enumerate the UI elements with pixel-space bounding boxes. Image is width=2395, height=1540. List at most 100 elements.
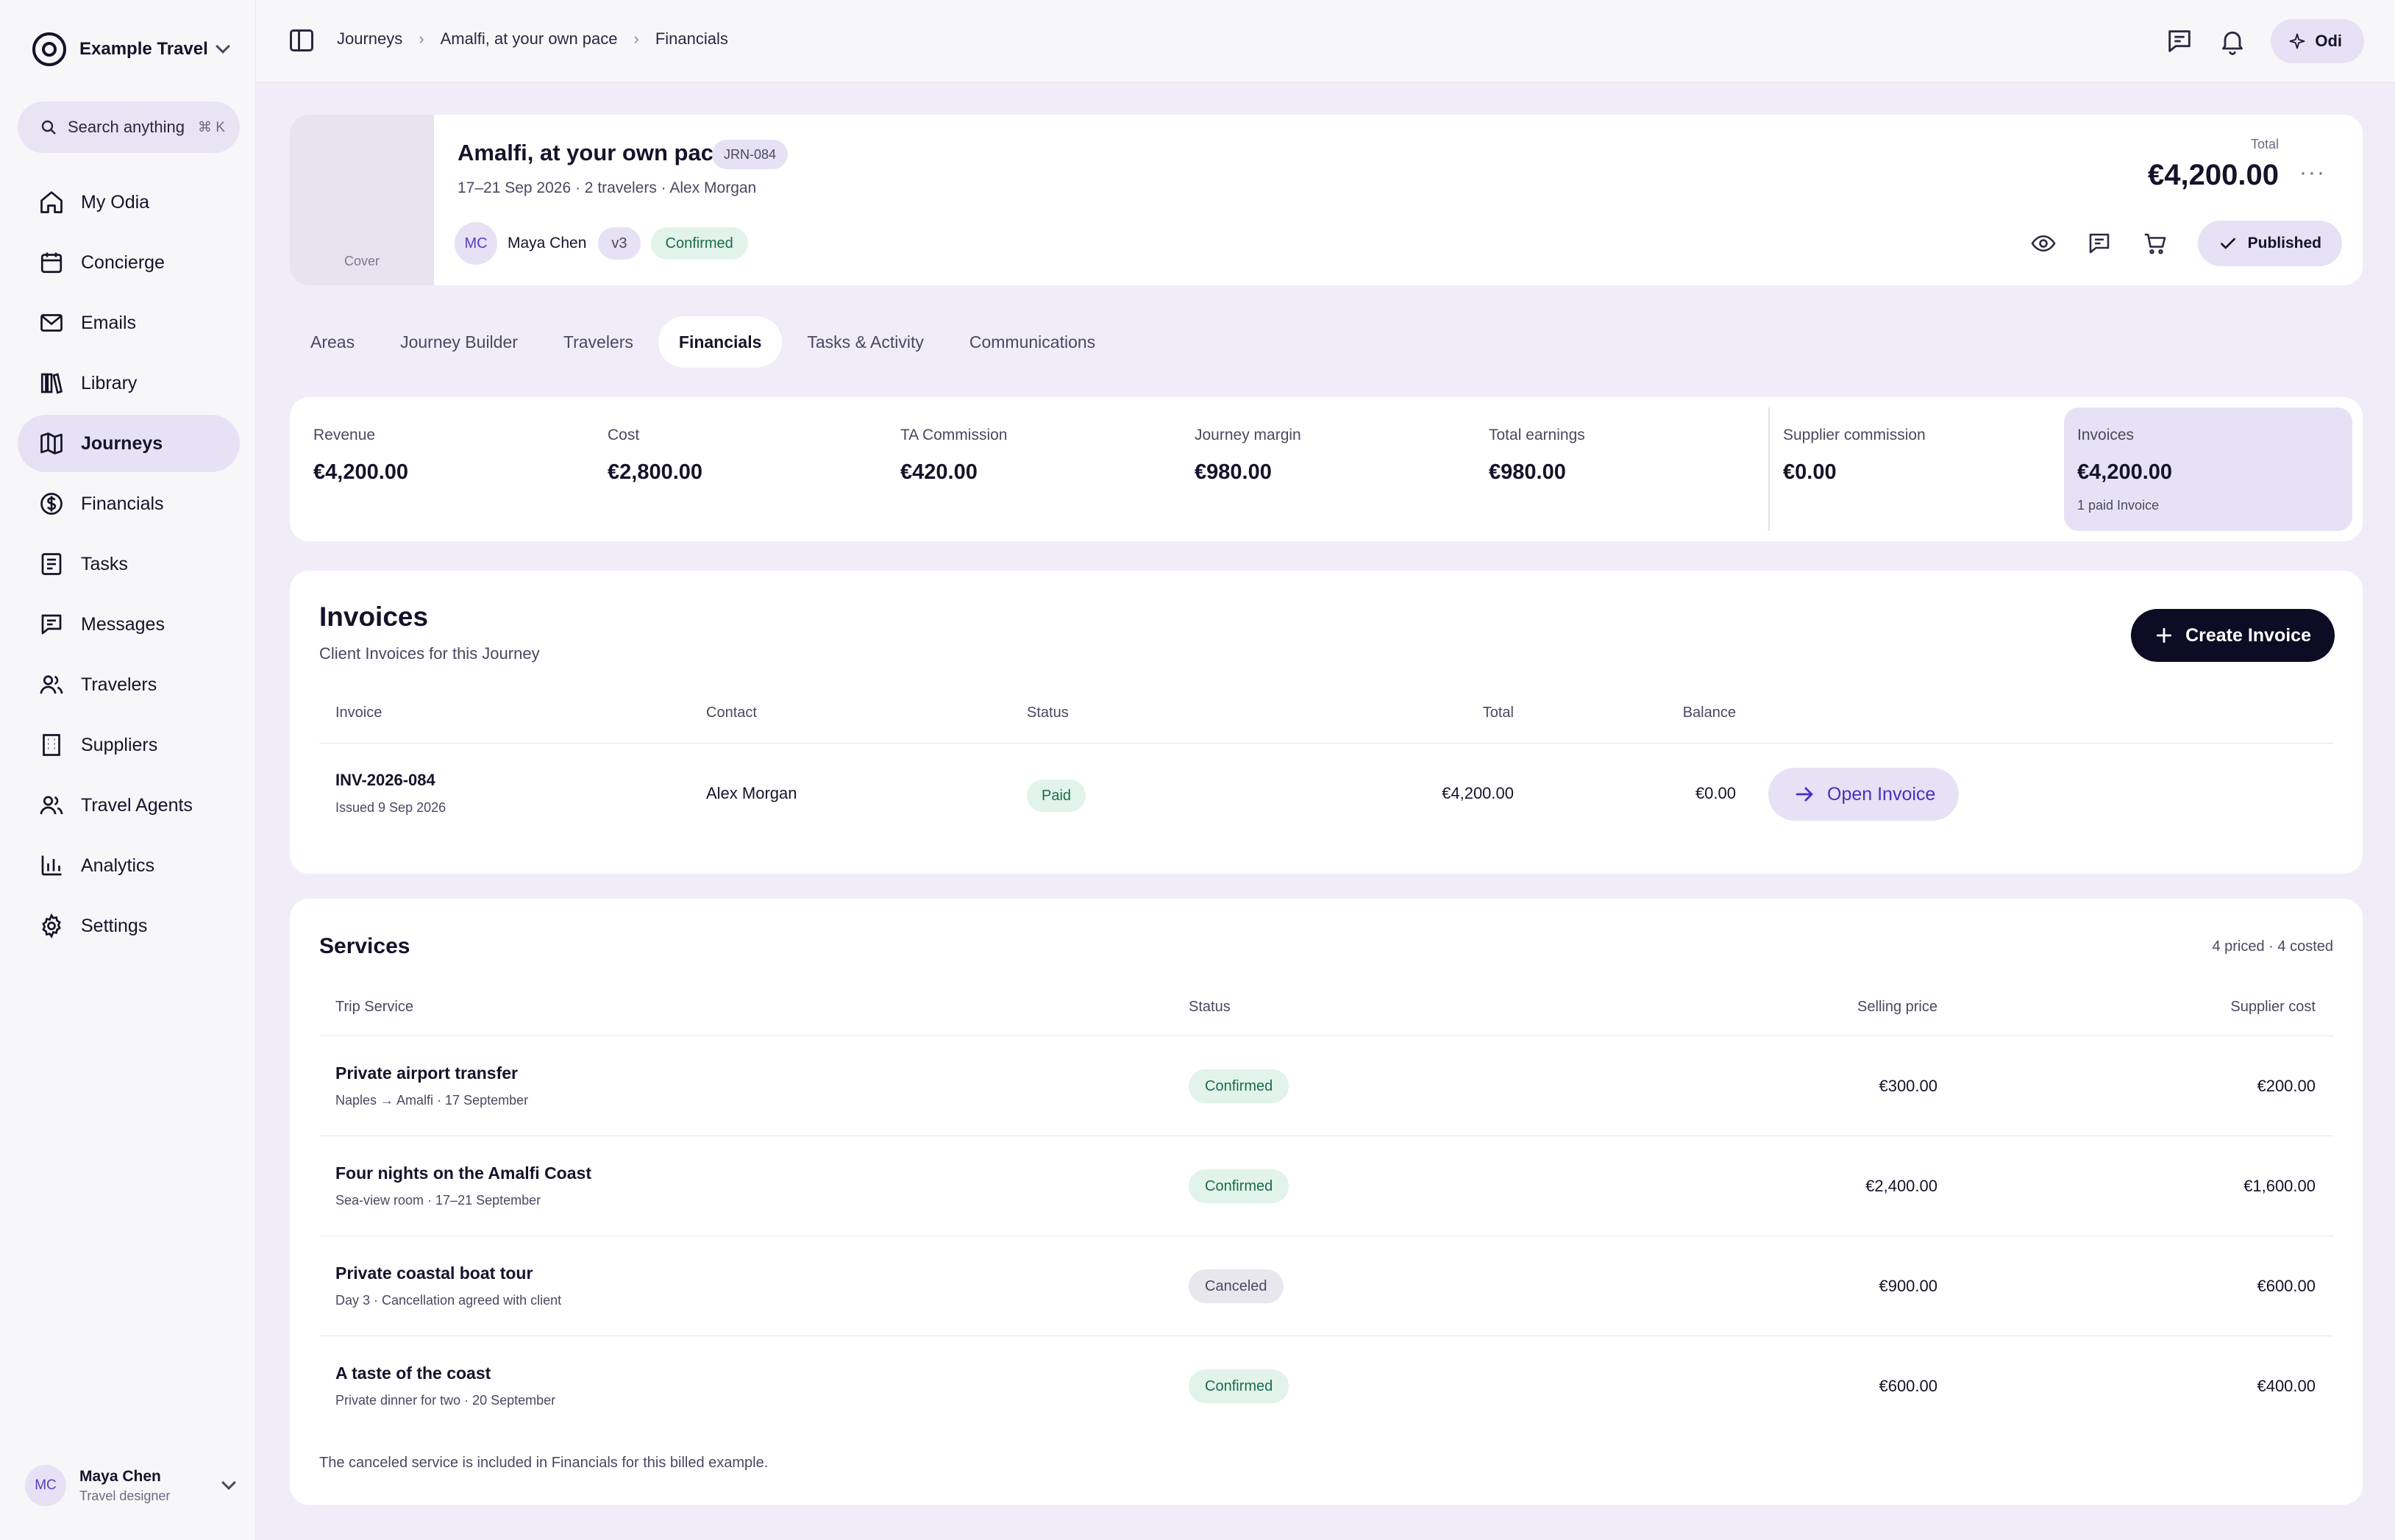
service-name: A taste of the coast bbox=[335, 1363, 491, 1383]
odi-assistant-button[interactable]: Odi bbox=[2271, 19, 2364, 63]
user-menu[interactable]: MC Maya Chen Travel designer bbox=[25, 1464, 238, 1508]
main-nav: My Odia Concierge Emails Library Journey… bbox=[18, 174, 240, 958]
stat-value: €0.00 bbox=[1783, 460, 1837, 484]
invoice-contact: Alex Morgan bbox=[706, 784, 797, 802]
tab-tasks-activity[interactable]: Tasks & Activity bbox=[786, 316, 944, 368]
open-invoice-button[interactable]: Open Invoice bbox=[1768, 768, 1960, 821]
tab-journey-builder[interactable]: Journey Builder bbox=[380, 316, 538, 368]
breadcrumb-journeys[interactable]: Journeys bbox=[337, 29, 402, 49]
invoice-number: INV-2026-084 bbox=[335, 771, 435, 789]
stat-journey-margin: Journey margin €980.00 bbox=[1195, 427, 1301, 485]
sidebar: Example Travel Search anything ⌘ K My Od… bbox=[0, 0, 256, 1540]
search-input[interactable]: Search anything ⌘ K bbox=[18, 101, 240, 153]
message-icon[interactable] bbox=[2086, 230, 2113, 257]
sidebar-item-my-odia[interactable]: My Odia bbox=[18, 174, 240, 231]
create-invoice-button[interactable]: Create Invoice bbox=[2131, 609, 2335, 662]
user-info: Maya Chen Travel designer bbox=[79, 1468, 224, 1504]
sidebar-item-label: Financials bbox=[81, 493, 164, 514]
sidebar-item-analytics[interactable]: Analytics bbox=[18, 837, 240, 894]
avatar: MC bbox=[25, 1465, 66, 1506]
tab-financials[interactable]: Financials bbox=[658, 316, 783, 368]
calendar-icon bbox=[40, 252, 63, 274]
sidebar-item-label: Travelers bbox=[81, 674, 157, 695]
sidebar-item-label: Settings bbox=[81, 915, 148, 936]
sidebar-item-emails[interactable]: Emails bbox=[18, 294, 240, 352]
column-header-total: Total bbox=[1482, 705, 1514, 721]
more-options-icon[interactable]: ··· bbox=[2299, 160, 2326, 185]
published-button[interactable]: Published bbox=[2197, 221, 2342, 266]
search-icon bbox=[41, 120, 56, 135]
stat-note: 1 paid Invoice bbox=[2077, 498, 2160, 513]
sidebar-item-label: Emails bbox=[81, 312, 137, 333]
bell-icon[interactable] bbox=[2218, 26, 2247, 56]
supplier-cost: €1,600.00 bbox=[2243, 1177, 2316, 1195]
invoices-section: Invoices Client Invoices for this Journe… bbox=[290, 571, 2363, 874]
breadcrumb-journey[interactable]: Amalfi, at your own pace bbox=[441, 29, 618, 49]
journey-actions: Published bbox=[2030, 221, 2342, 266]
breadcrumb: Journeys › Amalfi, at your own pace › Fi… bbox=[337, 29, 728, 49]
service-name: Four nights on the Amalfi Coast bbox=[335, 1163, 591, 1183]
selling-price: €900.00 bbox=[1879, 1277, 1937, 1295]
sidebar-item-label: Analytics bbox=[81, 855, 155, 876]
message-icon[interactable] bbox=[2165, 26, 2194, 56]
stat-label: Journey margin bbox=[1195, 427, 1301, 443]
published-label: Published bbox=[2247, 235, 2321, 252]
sidebar-item-journeys[interactable]: Journeys bbox=[18, 415, 240, 472]
stat-invoices[interactable]: Invoices €4,200.00 1 paid Invoice bbox=[2064, 407, 2352, 531]
search-placeholder: Search anything bbox=[68, 118, 185, 136]
topbar: Journeys › Amalfi, at your own pace › Fi… bbox=[256, 0, 2395, 82]
status-badge: Confirmed bbox=[1189, 1169, 1289, 1203]
sidebar-item-label: My Odia bbox=[81, 191, 150, 213]
sidebar-item-travel-agents[interactable]: Travel Agents bbox=[18, 777, 240, 834]
eye-icon[interactable] bbox=[2030, 230, 2057, 257]
stat-ta-commission: TA Commission €420.00 bbox=[900, 427, 1007, 485]
stat-value: €420.00 bbox=[900, 460, 978, 484]
status-badge: Confirmed bbox=[650, 227, 748, 260]
tab-travelers[interactable]: Travelers bbox=[543, 316, 654, 368]
stat-label: Revenue bbox=[313, 427, 376, 443]
column-header-service: Trip Service bbox=[335, 999, 413, 1015]
services-count: 4 priced · 4 costed bbox=[2212, 938, 2333, 955]
dollar-icon bbox=[40, 493, 63, 515]
tasks-icon bbox=[41, 553, 62, 575]
sidebar-item-label: Library bbox=[81, 372, 138, 393]
sidebar-item-financials[interactable]: Financials bbox=[18, 475, 240, 532]
services-footnote: The canceled service is included in Fina… bbox=[319, 1455, 769, 1471]
sidebar-item-messages[interactable]: Messages bbox=[18, 596, 240, 653]
cart-icon[interactable] bbox=[2142, 230, 2168, 257]
journey-subtitle: 17–21 Sep 2026 · 2 travelers · Alex Morg… bbox=[458, 179, 757, 196]
total-label: Total bbox=[2250, 137, 2279, 151]
user-role: Travel designer bbox=[79, 1488, 171, 1503]
stat-value: €4,200.00 bbox=[313, 460, 409, 484]
sidebar-item-settings[interactable]: Settings bbox=[18, 897, 240, 955]
gear-icon bbox=[42, 913, 61, 939]
mail-icon bbox=[40, 314, 63, 332]
column-header-contact: Contact bbox=[706, 705, 757, 721]
library-icon bbox=[40, 373, 63, 394]
plus-icon bbox=[2157, 627, 2172, 644]
sidebar-item-label: Concierge bbox=[81, 252, 165, 273]
divider bbox=[319, 1035, 2333, 1036]
cover-image[interactable]: Cover bbox=[290, 115, 434, 285]
create-invoice-label: Create Invoice bbox=[2185, 624, 2311, 646]
stat-value: €4,200.00 bbox=[2077, 460, 2173, 484]
chart-icon bbox=[41, 855, 62, 876]
selling-price: €300.00 bbox=[1879, 1077, 1937, 1095]
stat-value: €2,800.00 bbox=[608, 460, 703, 484]
sidebar-item-travelers[interactable]: Travelers bbox=[18, 656, 240, 713]
sidebar-item-concierge[interactable]: Concierge bbox=[18, 234, 240, 291]
selling-price: €2,400.00 bbox=[1865, 1177, 1937, 1195]
column-header-supplier-cost: Supplier cost bbox=[2230, 999, 2316, 1015]
divider bbox=[319, 743, 2333, 744]
tab-areas[interactable]: Areas bbox=[290, 316, 375, 368]
open-invoice-label: Open Invoice bbox=[1827, 783, 1936, 805]
sidebar-item-tasks[interactable]: Tasks bbox=[18, 535, 240, 593]
sidebar-item-library[interactable]: Library bbox=[18, 354, 240, 412]
services-section: Services 4 priced · 4 costed Trip Servic… bbox=[290, 899, 2363, 1505]
sidebar-toggle-icon[interactable] bbox=[290, 29, 313, 51]
journey-header-card: Cover Amalfi, at your own pace JRN-084 1… bbox=[290, 115, 2363, 285]
tab-communications[interactable]: Communications bbox=[949, 316, 1116, 368]
status-badge: Confirmed bbox=[1189, 1369, 1289, 1403]
workspace-switcher[interactable]: Example Travel bbox=[32, 31, 232, 68]
sidebar-item-suppliers[interactable]: Suppliers bbox=[18, 716, 240, 774]
